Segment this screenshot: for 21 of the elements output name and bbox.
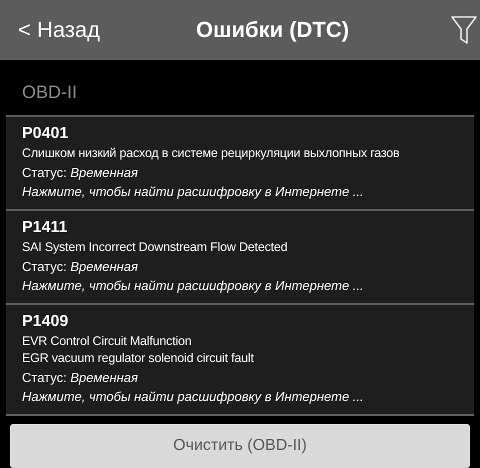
error-description: EGR vacuum regulator solenoid circuit fault: [22, 350, 255, 367]
back-button[interactable]: < Назад: [18, 19, 100, 41]
error-code: P0401: [22, 124, 70, 144]
error-list-item[interactable]: P0401 Слишком низкий расход в системе рециркуляции выхлопных газов Статус: Временная Нажмите, чтобы найти расшифровку в Интернете ...: [6, 115, 474, 209]
status-text: Статус: Временная: [22, 164, 139, 182]
error-description: Слишком низкий расход в системе рециркуляции выхлопных газов: [22, 145, 401, 162]
screen-title: Ошибки (DTC): [196, 19, 350, 41]
filter-icon[interactable]: [451, 16, 477, 44]
error-code: P1409: [22, 312, 70, 332]
section-header: OBD-II: [22, 82, 78, 102]
error-list-item[interactable]: P1409 EVR Control Circuit Malfunction EGR vacuum regulator solenoid circuit fault Статус: Временная Нажмите, чтобы найти расшифровку в Интернете ...: [6, 303, 474, 414]
search-online-link[interactable]: Нажмите, чтобы найти расшифровку в Интернете ...: [22, 276, 458, 295]
status-text: Статус: Временная: [22, 258, 139, 276]
clear-button[interactable]: Очистить (OBD-II): [10, 424, 470, 468]
error-code: P1411: [22, 218, 68, 238]
error-list-item[interactable]: P1411 SAI System Incorrect Downstream Flow Detected Статус: Временная Нажмите, чтобы найти расшифровку в Интернете ...: [6, 209, 474, 303]
error-description: EVR Control Circuit Malfunction: [22, 333, 193, 350]
search-online-link[interactable]: Нажмите, чтобы найти расшифровку в Интернете ...: [22, 387, 458, 406]
error-description: SAI System Incorrect Downstream Flow Detected: [22, 239, 288, 256]
search-online-link[interactable]: Нажмите, чтобы найти расшифровку в Интернете ...: [22, 182, 458, 201]
status-text: Статус: Временная: [22, 369, 139, 387]
